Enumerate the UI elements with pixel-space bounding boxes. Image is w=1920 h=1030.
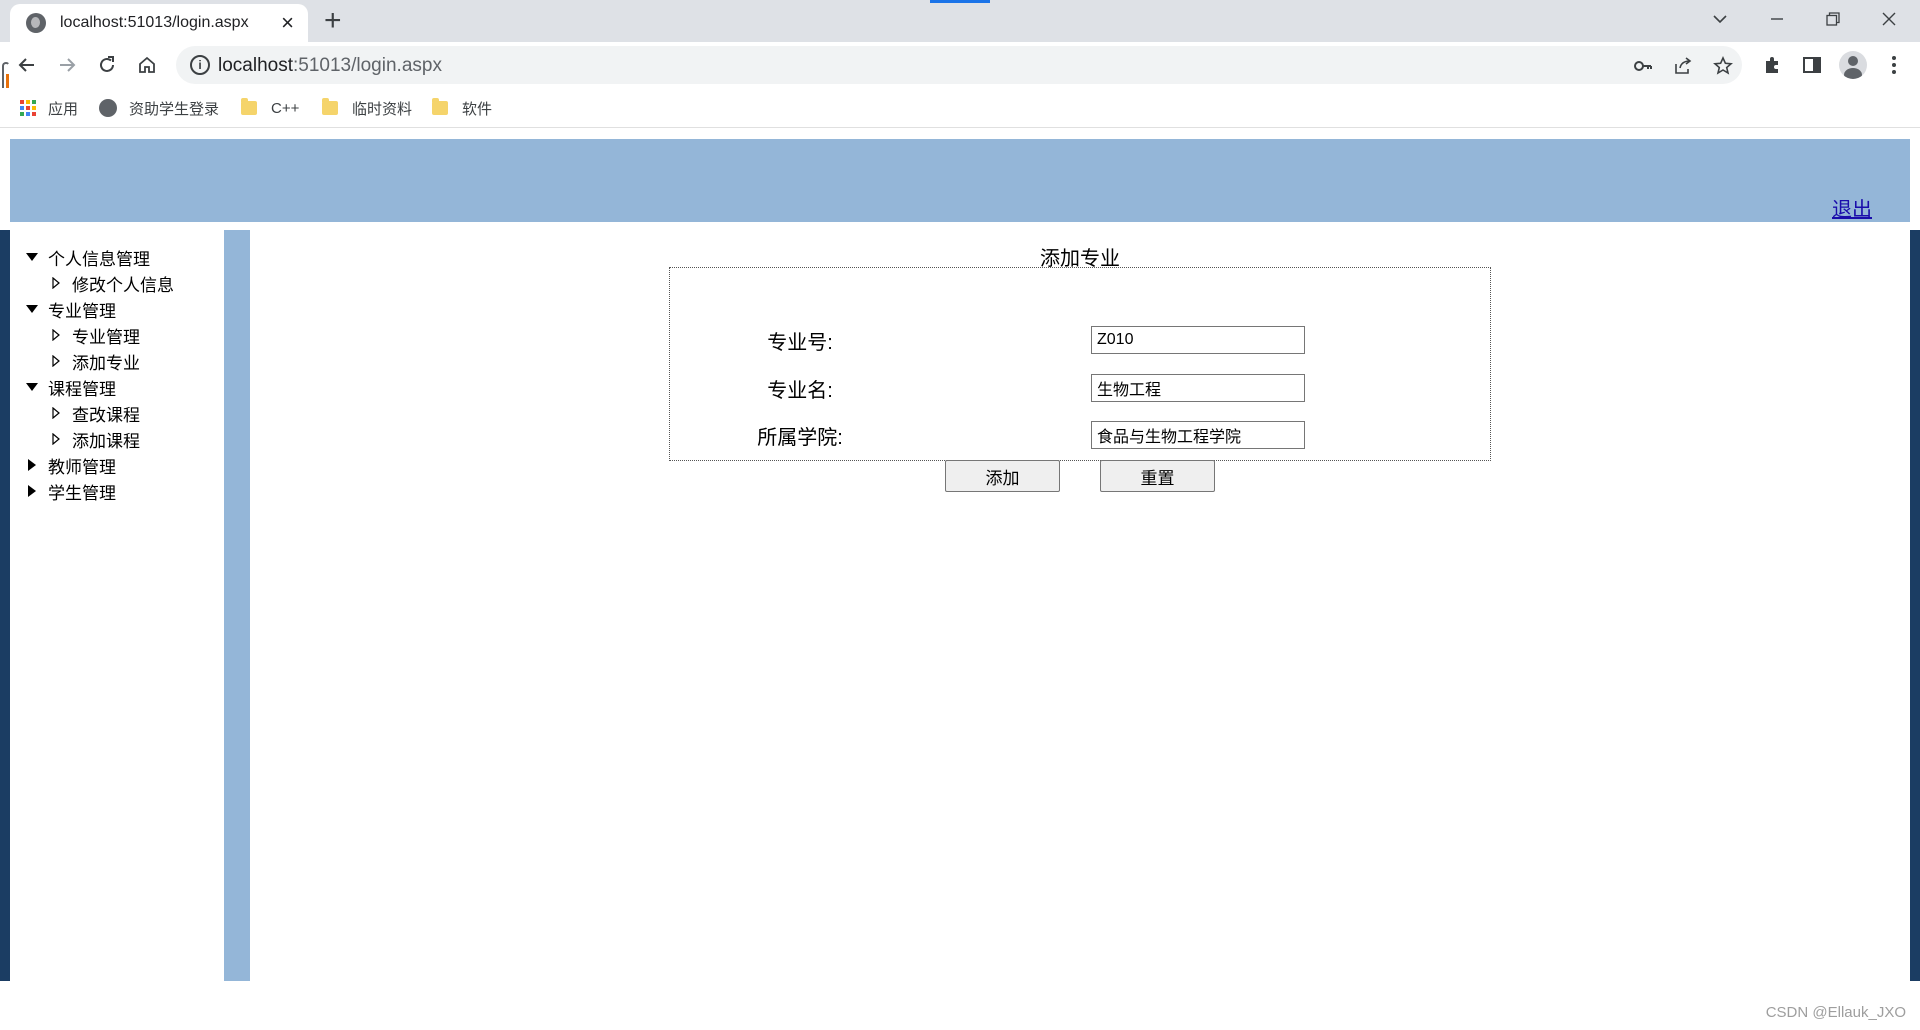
browser-tab[interactable]: localhost:51013/login.aspx ×	[10, 4, 308, 42]
tree-leaf-add-major[interactable]: 添加专业	[24, 348, 174, 374]
restore-icon[interactable]	[1810, 0, 1856, 38]
menu-kebab-icon[interactable]	[1879, 50, 1909, 80]
leaf-triangle-icon	[48, 353, 64, 369]
bookmark-student-login[interactable]: 资助学生登录	[99, 96, 219, 120]
url-path: :51013/login.aspx	[293, 55, 442, 76]
expanded-triangle-icon[interactable]	[24, 249, 40, 265]
tree-leaf-label: 专业管理	[72, 327, 140, 347]
tree-node-teacher-management[interactable]: 教师管理	[24, 452, 174, 478]
major-id-label: 专业号:	[767, 332, 833, 354]
tree-leaf-edit-course[interactable]: 查改课程	[24, 400, 174, 426]
address-url[interactable]: localhost:51013/login.aspx	[218, 55, 442, 77]
right-border-stripe	[1910, 230, 1920, 981]
watermark-text: CSDN @Ellauk_JXO	[1765, 1004, 1906, 1021]
close-window-icon[interactable]	[1866, 0, 1912, 38]
address-bar[interactable]: i localhost:51013/login.aspx	[176, 46, 1742, 84]
reset-button[interactable]: 重置	[1100, 460, 1215, 492]
bookmark-star-icon[interactable]	[1712, 55, 1734, 77]
logout-link[interactable]: 退出	[1832, 193, 1872, 222]
bookmark-label: C++	[271, 99, 300, 117]
nav-tree: 个人信息管理 修改个人信息 专业管理 专业管理 添加专业 课程管理 查改课程 添…	[24, 244, 174, 504]
tree-node-personal-info[interactable]: 个人信息管理	[24, 244, 174, 270]
bookmarks-bar: 应用 资助学生登录 C++ 临时资料 软件	[0, 88, 1920, 128]
leaf-triangle-icon	[48, 405, 64, 421]
apps-grid-icon	[20, 100, 36, 116]
tab-title: localhost:51013/login.aspx	[60, 14, 249, 31]
back-arrow-icon[interactable]	[12, 50, 42, 80]
page-header-banner: 退出	[10, 139, 1910, 222]
globe-icon	[26, 13, 46, 33]
bookmark-apps[interactable]: 应用	[20, 96, 78, 120]
major-name-input[interactable]: 生物工程	[1091, 374, 1305, 402]
tree-leaf-major-management[interactable]: 专业管理	[24, 322, 174, 348]
new-tab-button[interactable]: +	[324, 6, 342, 36]
forward-arrow-icon[interactable]	[52, 50, 82, 80]
college-label: 所属学院:	[757, 427, 843, 449]
tree-node-course-management[interactable]: 课程管理	[24, 374, 174, 400]
folder-icon	[432, 98, 448, 115]
major-name-label: 专业名:	[767, 380, 833, 402]
tree-leaf-edit-personal-info[interactable]: 修改个人信息	[24, 270, 174, 296]
tab-strip-indicator	[930, 0, 990, 3]
tab-search-chevron-icon[interactable]	[1700, 0, 1740, 38]
site-info-icon[interactable]: i	[190, 55, 210, 75]
url-host: localhost	[218, 55, 293, 76]
bookmark-label: 软件	[462, 100, 493, 118]
add-major-form: 专业号: Z010 专业名: 生物工程 所属学院: 食品与生物工程学院	[669, 267, 1491, 461]
leaf-triangle-icon	[48, 275, 64, 291]
expanded-triangle-icon[interactable]	[24, 379, 40, 395]
sidebar-nav: 个人信息管理 修改个人信息 专业管理 专业管理 添加专业 课程管理 查改课程 添…	[10, 230, 224, 981]
share-icon[interactable]	[1672, 55, 1694, 77]
leaf-triangle-icon	[48, 327, 64, 343]
leaf-triangle-icon	[48, 431, 64, 447]
bookmark-label: 资助学生登录	[129, 100, 220, 118]
key-icon[interactable]	[1632, 55, 1654, 77]
extensions-puzzle-icon[interactable]	[1757, 50, 1787, 80]
browser-toolbar: i localhost:51013/login.aspx	[0, 42, 1920, 88]
major-id-input[interactable]: Z010	[1091, 326, 1305, 354]
folder-icon	[241, 98, 257, 115]
bookmark-cpp[interactable]: C++	[241, 96, 299, 120]
collapsed-triangle-icon[interactable]	[24, 457, 40, 473]
tab-strip: localhost:51013/login.aspx × +	[0, 0, 1920, 42]
collapsed-triangle-icon[interactable]	[24, 483, 40, 499]
left-border-stripe	[0, 230, 10, 981]
bookmark-software[interactable]: 软件	[432, 96, 492, 120]
college-input[interactable]: 食品与生物工程学院	[1091, 421, 1305, 449]
close-tab-icon[interactable]: ×	[281, 12, 294, 34]
tree-node-label: 学生管理	[48, 483, 116, 503]
tree-node-major-management[interactable]: 专业管理	[24, 296, 174, 322]
reload-icon[interactable]	[92, 50, 122, 80]
side-panel-icon[interactable]	[1797, 50, 1827, 80]
sidebar-divider-bar	[224, 230, 250, 981]
tree-leaf-add-course[interactable]: 添加课程	[24, 426, 174, 452]
profile-avatar-icon[interactable]	[1838, 50, 1868, 80]
home-icon[interactable]	[132, 50, 162, 80]
tree-node-label: 专业管理	[48, 301, 116, 321]
minimize-icon[interactable]	[1754, 0, 1800, 38]
tree-leaf-label: 查改课程	[72, 405, 140, 425]
add-button[interactable]: 添加	[945, 460, 1060, 492]
expanded-triangle-icon[interactable]	[24, 301, 40, 317]
tree-node-label: 教师管理	[48, 457, 116, 477]
tree-leaf-label: 添加专业	[72, 353, 140, 373]
main-content: 添加专业 专业号: Z010 专业名: 生物工程 所属学院: 食品与生物工程学院…	[250, 230, 1910, 981]
folder-icon	[322, 98, 338, 115]
bookmark-label: 临时资料	[352, 100, 413, 118]
bookmark-temp-materials[interactable]: 临时资料	[322, 96, 412, 120]
tree-node-label: 个人信息管理	[48, 249, 150, 269]
globe-icon	[99, 99, 117, 117]
tree-node-label: 课程管理	[48, 379, 116, 399]
bookmark-label: 应用	[48, 100, 79, 118]
tree-leaf-label: 添加课程	[72, 431, 140, 451]
tree-node-student-management[interactable]: 学生管理	[24, 478, 174, 504]
tree-leaf-label: 修改个人信息	[72, 275, 174, 295]
